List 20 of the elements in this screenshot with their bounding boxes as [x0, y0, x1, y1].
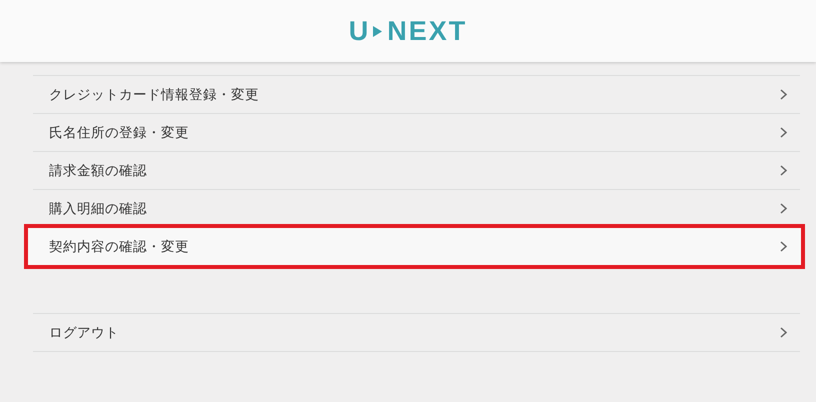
chevron-right-icon — [780, 165, 787, 176]
menu-item[interactable]: 契約内容の確認・変更 — [24, 224, 805, 269]
chevron-right-icon — [780, 89, 787, 100]
chevron-right-icon — [780, 327, 787, 338]
logo-text: NEXT — [387, 18, 468, 44]
menu-label: 購入明細の確認 — [49, 200, 147, 218]
menu-label: 氏名住所の登録・変更 — [49, 124, 189, 142]
menu-label: ログアウト — [49, 324, 119, 342]
menu-item[interactable]: 氏名住所の登録・変更 — [33, 114, 800, 152]
play-triangle-icon — [373, 26, 382, 36]
chevron-right-icon — [780, 241, 787, 252]
menu-label: クレジットカード情報登録・変更 — [49, 86, 259, 104]
chevron-right-icon — [780, 127, 787, 138]
logo-text: U — [348, 18, 370, 44]
menu-item[interactable]: クレジットカード情報登録・変更 — [33, 76, 800, 114]
menu-label: 契約内容の確認・変更 — [49, 238, 189, 256]
menu-item[interactable]: 請求金額の確認 — [33, 152, 800, 190]
menu-item[interactable]: ログアウト — [33, 314, 800, 352]
chevron-right-icon — [780, 203, 787, 214]
menu-label: 請求金額の確認 — [49, 162, 147, 180]
